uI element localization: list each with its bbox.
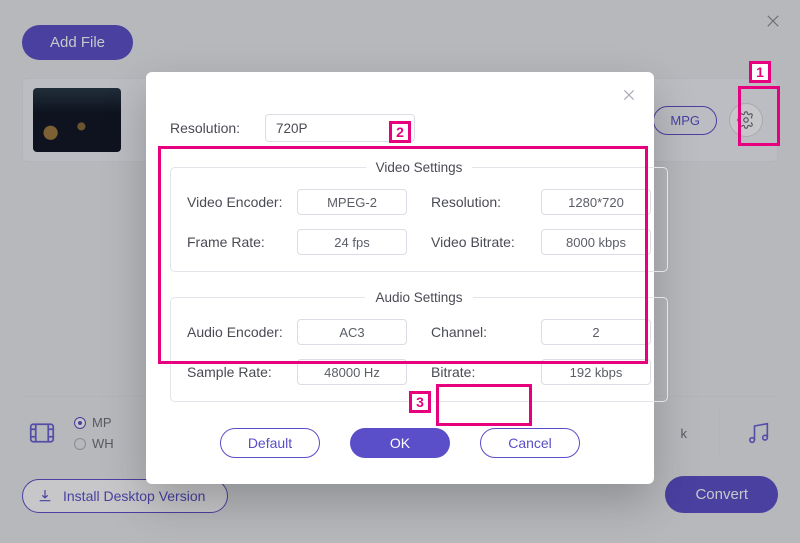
channel-field[interactable] — [541, 319, 651, 345]
video-resolution-field[interactable] — [541, 189, 651, 215]
frame-rate-label: Frame Rate: — [187, 234, 297, 250]
video-encoder-field[interactable] — [297, 189, 407, 215]
sample-rate-label: Sample Rate: — [187, 364, 297, 380]
audio-encoder-label: Audio Encoder: — [187, 324, 297, 340]
video-settings-legend: Video Settings — [366, 160, 473, 175]
sample-rate-field[interactable] — [297, 359, 407, 385]
audio-encoder-field[interactable] — [297, 319, 407, 345]
audio-settings-legend: Audio Settings — [365, 290, 472, 305]
channel-label: Channel: — [431, 324, 541, 340]
audio-settings-group: Audio Settings Audio Encoder: Channel: S… — [170, 290, 668, 402]
default-button[interactable]: Default — [220, 428, 320, 458]
settings-dialog: Resolution: Video Settings Video Encoder… — [146, 72, 654, 484]
ok-button[interactable]: OK — [350, 428, 450, 458]
cancel-button[interactable]: Cancel — [480, 428, 580, 458]
resolution-select[interactable] — [265, 114, 415, 142]
video-settings-group: Video Settings Video Encoder: Resolution… — [170, 160, 668, 272]
audio-bitrate-label: Bitrate: — [431, 364, 541, 380]
close-icon — [621, 87, 637, 103]
resolution-label: Resolution: — [170, 120, 265, 136]
video-bitrate-label: Video Bitrate: — [431, 234, 541, 250]
video-bitrate-field[interactable] — [541, 229, 651, 255]
video-encoder-label: Video Encoder: — [187, 194, 297, 210]
dialog-close-button[interactable] — [618, 84, 640, 106]
video-resolution-label: Resolution: — [431, 194, 541, 210]
audio-bitrate-field[interactable] — [541, 359, 651, 385]
frame-rate-field[interactable] — [297, 229, 407, 255]
